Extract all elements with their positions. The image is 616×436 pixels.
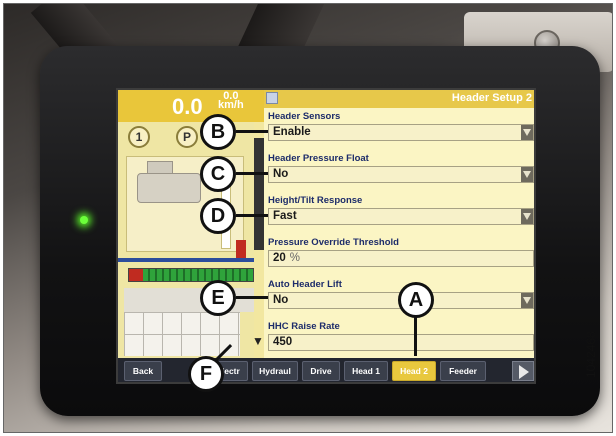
- warning-block: [236, 240, 246, 258]
- callout-line-c: [236, 172, 268, 175]
- tab-feeder[interactable]: Feeder: [440, 361, 486, 381]
- field-value: Fast: [273, 210, 297, 222]
- tab-bar: Back Electr Hydraul Drive Head 1 Head 2 …: [118, 358, 534, 382]
- speed-bar: 0.0 0.0 km/h: [118, 90, 264, 122]
- tab-head-1[interactable]: Head 1: [344, 361, 388, 381]
- status-grid: [124, 312, 240, 356]
- speed-unit: 0.0 km/h: [218, 91, 244, 111]
- scrollbar-thumb[interactable]: [254, 138, 264, 250]
- header-setup-panel: Header Setup 2 Header Sensors Enable Hea…: [264, 90, 534, 358]
- tab-back[interactable]: Back: [124, 361, 162, 381]
- next-page-arrow-icon[interactable]: [512, 361, 534, 381]
- setting-pressure-override-threshold: Pressure Override Threshold 20%: [268, 236, 534, 267]
- setting-hhc-raise-rate: HHC Raise Rate 450: [268, 320, 534, 351]
- dropdown-arrow-icon[interactable]: [521, 293, 533, 308]
- dropdown-arrow-icon[interactable]: [521, 125, 533, 140]
- scroll-down-icon[interactable]: ▼: [252, 334, 264, 348]
- setting-label: Header Pressure Float: [268, 153, 369, 164]
- combine-icon: [137, 173, 201, 203]
- callout-line-e: [236, 296, 268, 299]
- gear-indicator: 1: [128, 126, 150, 148]
- height-tilt-response-dropdown[interactable]: Fast: [268, 208, 534, 225]
- flag-icon: [266, 92, 278, 104]
- status-icons-row: [124, 288, 256, 312]
- callout-line-b: [236, 130, 268, 133]
- callout-a: A: [398, 282, 434, 318]
- status-panel: 0.0 0.0 km/h 1 P ▼: [118, 90, 264, 382]
- header-sensors-dropdown[interactable]: Enable: [268, 124, 534, 141]
- power-led-icon: [80, 216, 88, 224]
- callout-b: B: [200, 114, 236, 150]
- photo-frame: 0.0 0.0 km/h 1 P ▼ Header Setup 2 Header…: [3, 3, 613, 433]
- callout-line-a: [414, 316, 417, 356]
- hhc-raise-rate-input[interactable]: 450: [268, 334, 534, 351]
- callout-c: C: [200, 156, 236, 192]
- dropdown-arrow-icon[interactable]: [521, 209, 533, 224]
- callout-line-d: [236, 214, 268, 217]
- dropdown-arrow-icon[interactable]: [521, 167, 533, 182]
- callout-f: F: [188, 356, 224, 392]
- threshold-value: 20: [273, 252, 286, 264]
- field-value: Enable: [273, 126, 311, 138]
- field-value: 450: [273, 336, 293, 348]
- speed-value: 0.0: [172, 94, 203, 119]
- park-indicator: P: [176, 126, 198, 148]
- level-gauge: [128, 268, 254, 282]
- setting-header-pressure-float: Header Pressure Float No: [268, 152, 534, 183]
- speed-unit-label: km/h: [218, 99, 244, 111]
- display-screen: 0.0 0.0 km/h 1 P ▼ Header Setup 2 Header…: [116, 88, 536, 384]
- setting-header-sensors: Header Sensors Enable: [268, 110, 534, 141]
- field-value: No: [273, 294, 289, 306]
- panel-header: Header Setup 2: [264, 90, 534, 108]
- tab-hydraul[interactable]: Hydraul: [252, 361, 298, 381]
- setting-label: Pressure Override Threshold: [268, 237, 399, 248]
- callout-d: D: [200, 198, 236, 234]
- figure-id: 1042468: [584, 331, 598, 378]
- callout-e: E: [200, 280, 236, 316]
- setting-label: HHC Raise Rate: [268, 321, 340, 332]
- setting-label: Height/Tilt Response: [268, 195, 363, 206]
- field-value: 20%: [273, 252, 300, 264]
- header-pressure-float-dropdown[interactable]: No: [268, 166, 534, 183]
- tab-head-2[interactable]: Head 2: [392, 361, 436, 381]
- divider: [118, 258, 264, 262]
- setting-label: Header Sensors: [268, 111, 341, 122]
- threshold-unit: %: [289, 252, 301, 264]
- setting-height-tilt-response: Height/Tilt Response Fast: [268, 194, 534, 225]
- pressure-override-threshold-input[interactable]: 20%: [268, 250, 534, 267]
- page-title: Header Setup 2: [451, 92, 532, 104]
- field-value: No: [273, 168, 289, 180]
- tab-drive[interactable]: Drive: [302, 361, 340, 381]
